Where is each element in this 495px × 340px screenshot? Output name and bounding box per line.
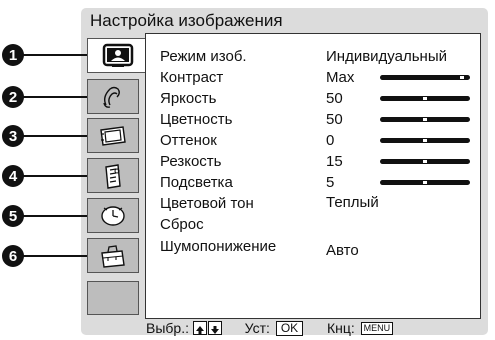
setting-brightness[interactable]: Яркость 50 xyxy=(0,88,495,109)
setting-value: Теплый xyxy=(326,194,379,211)
setting-reset[interactable]: Сброс xyxy=(0,214,495,235)
down-arrow-icon xyxy=(207,321,222,336)
exit-hint-label: Кнц: xyxy=(326,320,355,337)
set-hint-label: Уст: xyxy=(244,320,270,337)
setting-picture-mode[interactable]: Режим изоб. Индивидуальный xyxy=(0,46,495,67)
setting-sharpness[interactable]: Резкость 15 xyxy=(0,151,495,172)
backlight-slider[interactable] xyxy=(380,180,470,185)
up-arrow-icon xyxy=(192,321,207,336)
slider-tick xyxy=(423,97,427,100)
setting-value: 50 xyxy=(326,90,343,107)
setting-label: Оттенок xyxy=(160,132,217,149)
setting-color-tone[interactable]: Цветовой тон Теплый xyxy=(0,193,495,214)
setting-label: Резкость xyxy=(160,153,222,170)
select-hint-label: Выбр.: xyxy=(146,320,189,337)
setting-hue[interactable]: Оттенок 0 xyxy=(0,130,495,151)
brightness-slider[interactable] xyxy=(380,96,470,101)
setting-value: 5 xyxy=(326,174,335,191)
tab-empty xyxy=(87,281,139,315)
setting-contrast[interactable]: Контраст Max xyxy=(0,67,495,88)
slider-tick xyxy=(460,76,464,79)
setting-value: 50 xyxy=(326,111,343,128)
setting-label: Цветность xyxy=(160,111,233,128)
contrast-slider[interactable] xyxy=(380,75,470,80)
setting-label: Цветовой тон xyxy=(160,195,254,212)
setting-noise-reduction[interactable]: Шумопонижение Авто xyxy=(0,236,495,259)
setting-label: Контраст xyxy=(160,69,224,86)
setting-value: 15 xyxy=(326,153,343,170)
hue-slider[interactable] xyxy=(380,138,470,143)
menu-title: Настройка изображения xyxy=(90,11,283,30)
setting-color[interactable]: Цветность 50 xyxy=(0,109,495,130)
setting-value: Индивидуальный xyxy=(326,48,447,65)
color-slider[interactable] xyxy=(380,117,470,122)
setting-label: Яркость xyxy=(160,90,217,107)
menu-key: MENU xyxy=(360,321,394,335)
sharpness-slider[interactable] xyxy=(380,159,470,164)
setting-value: 0 xyxy=(326,132,335,149)
slider-tick xyxy=(423,160,427,163)
setting-label: Подсветка xyxy=(160,174,233,191)
ok-key: OK xyxy=(275,320,304,336)
setting-backlight[interactable]: Подсветка 5 xyxy=(0,172,495,193)
slider-tick xyxy=(423,181,427,184)
slider-tick xyxy=(423,139,427,142)
setting-label: Сброс xyxy=(160,216,204,233)
setting-value: Авто xyxy=(326,242,359,259)
setting-label: Режим изоб. xyxy=(160,48,247,65)
slider-tick xyxy=(423,118,427,121)
footer-hints: Выбр.: Уст: OK Кнц: MENU xyxy=(146,318,395,337)
setting-label: Шумопонижение xyxy=(160,238,277,255)
setting-value: Max xyxy=(326,69,355,86)
